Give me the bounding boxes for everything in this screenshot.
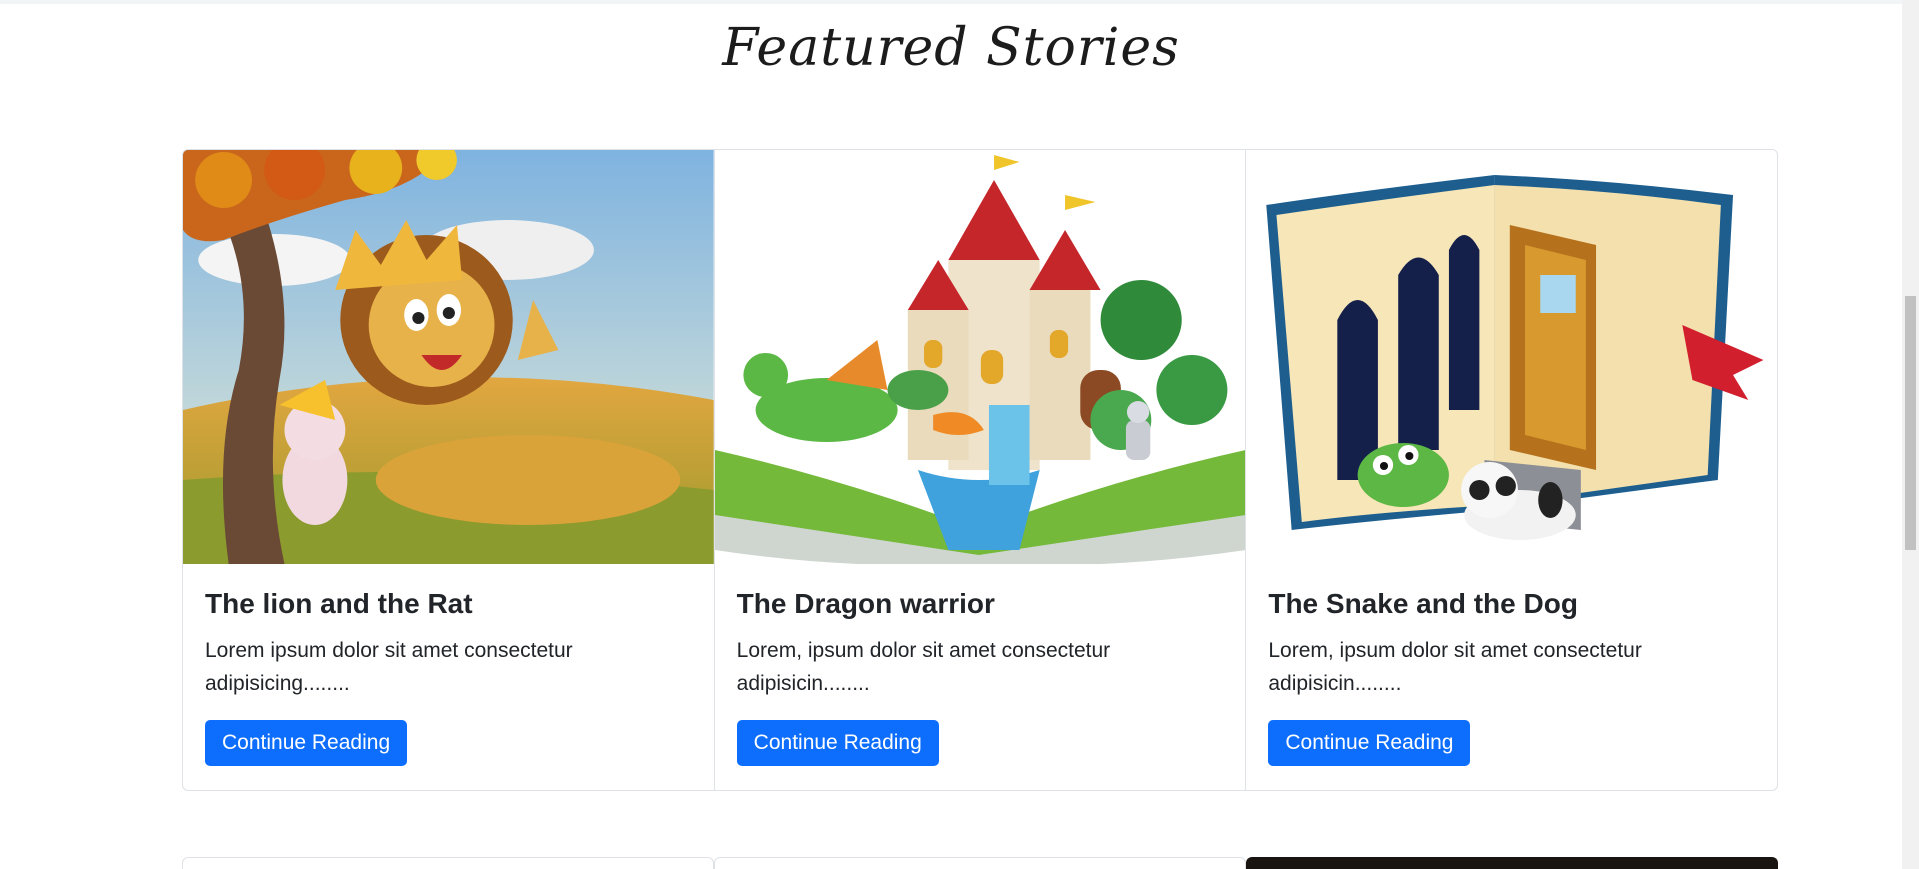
story-excerpt: Lorem, ipsum dolor sit amet consectetur … xyxy=(736,639,1111,695)
lion-and-rat-illustration xyxy=(183,150,714,564)
featured-stories-card-group: The lion and the Rat Lorem ipsum dolor s… xyxy=(182,149,1778,791)
story-card-snake-and-dog: The Snake and the Dog Lorem, ipsum dolor… xyxy=(1245,150,1777,790)
story-card-lion-and-rat: The lion and the Rat Lorem ipsum dolor s… xyxy=(183,150,714,790)
story-excerpt: Lorem ipsum dolor sit amet consectetur a… xyxy=(205,639,573,695)
next-card-partial xyxy=(182,857,714,869)
story-title: The Dragon warrior xyxy=(736,588,995,619)
top-divider xyxy=(0,0,1902,4)
story-title: The lion and the Rat xyxy=(205,588,473,619)
card-body: The Snake and the Dog Lorem, ipsum dolor… xyxy=(1246,564,1777,786)
continue-reading-button[interactable]: Continue Reading xyxy=(1268,720,1471,766)
next-card-partial xyxy=(714,857,1246,869)
scrollbar-thumb[interactable] xyxy=(1905,296,1916,550)
story-title: The Snake and the Dog xyxy=(1268,588,1578,619)
dragon-castle-book-illustration xyxy=(714,150,1246,564)
card-body: The lion and the Rat Lorem ipsum dolor s… xyxy=(183,564,714,786)
story-card-dragon-warrior: The Dragon warrior Lorem, ipsum dolor si… xyxy=(713,150,1246,790)
section-title: Featured Stories xyxy=(722,18,1180,78)
story-excerpt: Lorem, ipsum dolor sit amet consectetur … xyxy=(1268,639,1642,695)
snake-dog-book-illustration xyxy=(1246,150,1777,564)
continue-reading-button[interactable]: Continue Reading xyxy=(205,720,408,766)
vertical-scrollbar[interactable] xyxy=(1902,0,1919,869)
next-card-partial xyxy=(1246,857,1778,869)
continue-reading-button[interactable]: Continue Reading xyxy=(736,720,939,766)
next-card-group-partial xyxy=(182,857,1778,869)
card-body: The Dragon warrior Lorem, ipsum dolor si… xyxy=(715,564,1246,786)
